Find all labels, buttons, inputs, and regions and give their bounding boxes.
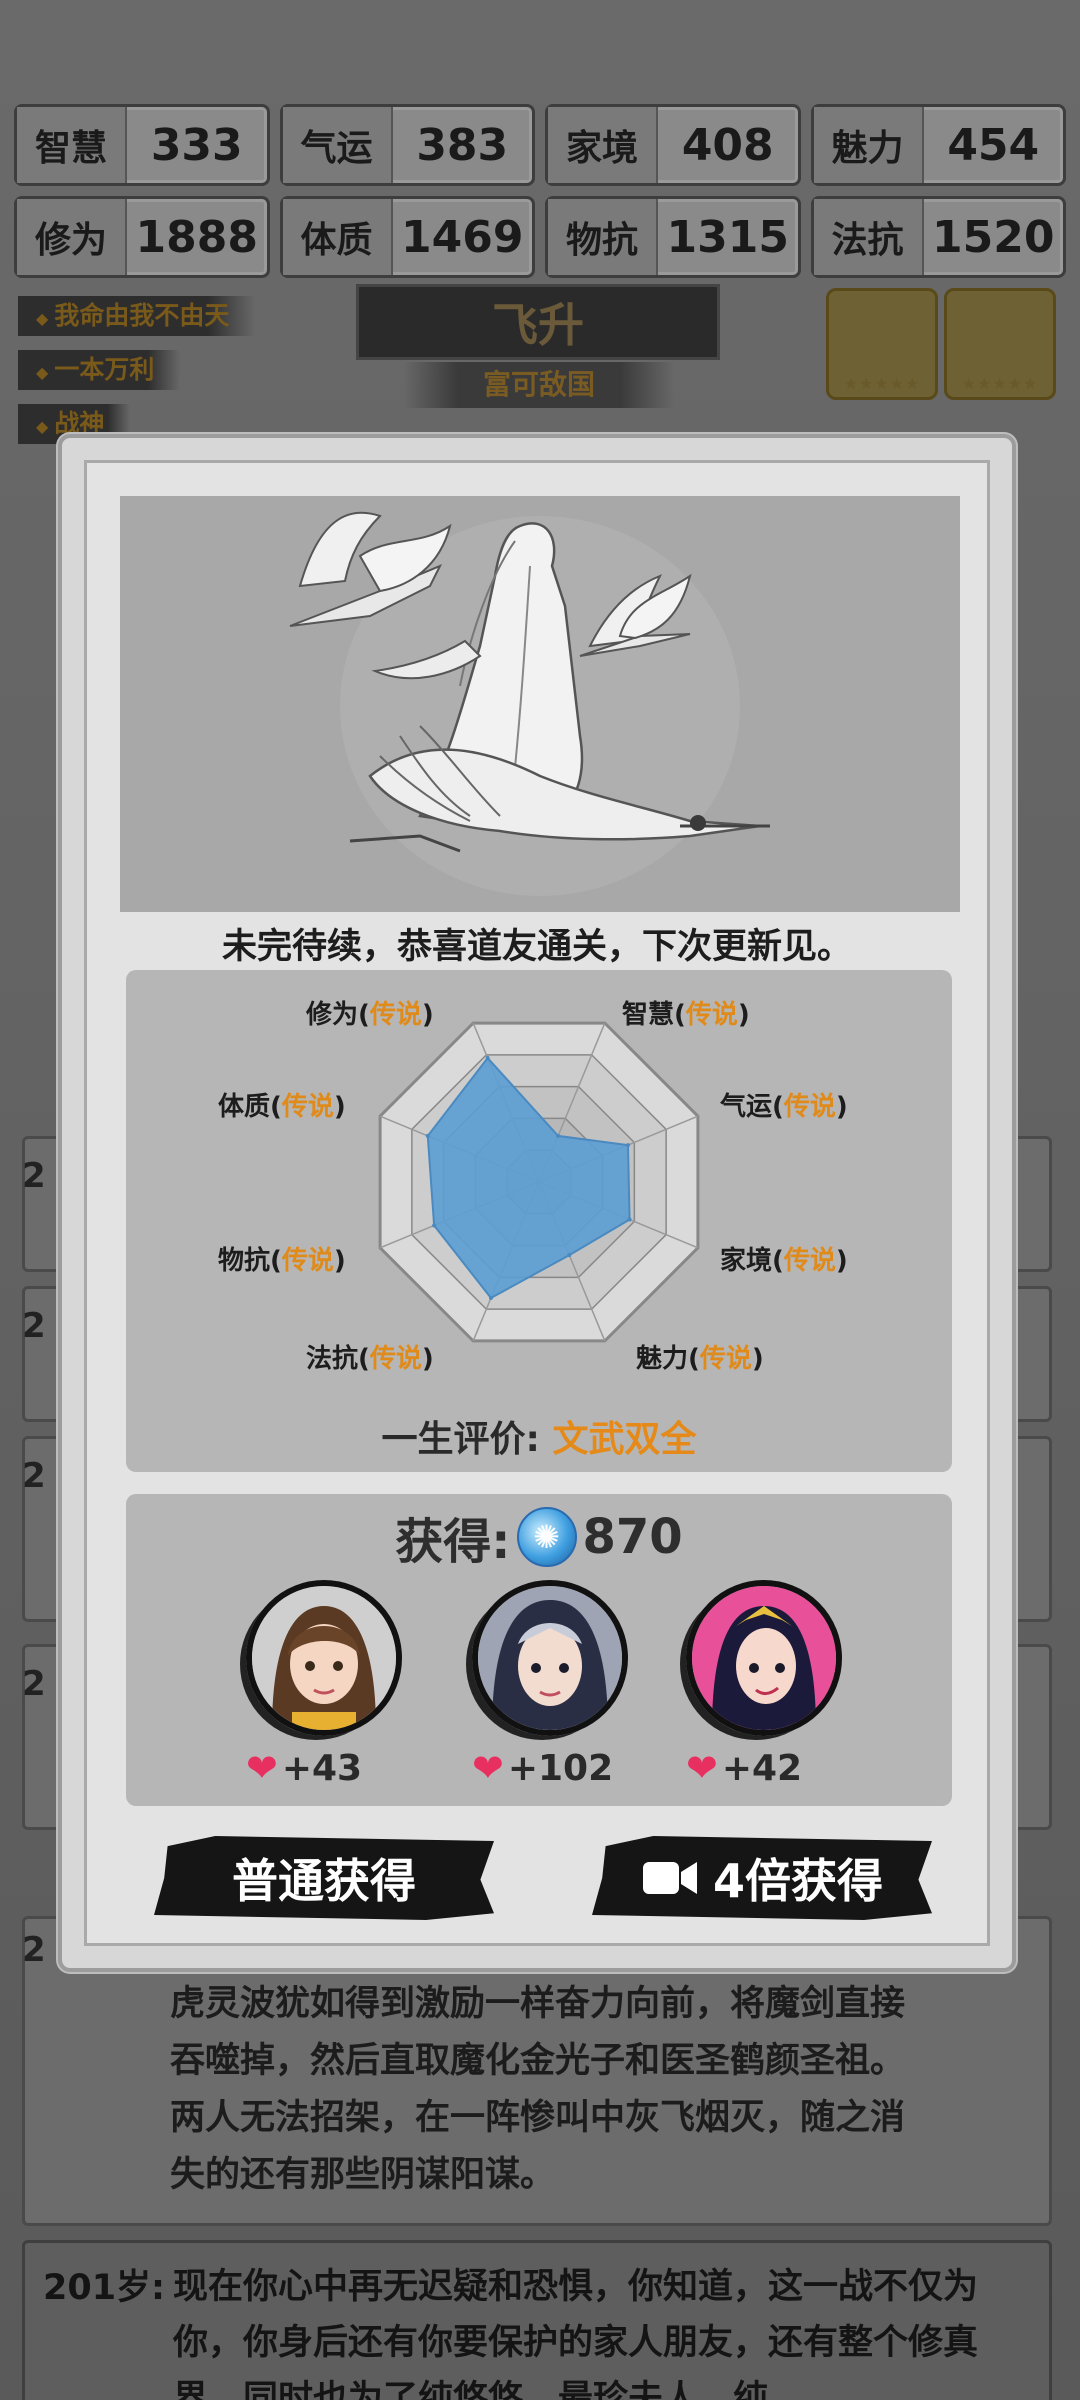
log-age: 2: [22, 1664, 46, 1704]
stats-row-1: 智慧 333 气运 383 家境 408 魅力 454: [14, 104, 1066, 186]
equipment-armor[interactable]: ★★★★★: [944, 288, 1056, 400]
star-rating: ★★★★★: [961, 374, 1039, 393]
normal-claim-button[interactable]: 普通获得: [154, 1836, 494, 1920]
attribute-radar-panel: 修为(传说) 智慧(传说) 气运(传说) 家境(传说) 魅力(传说) 法抗(传说…: [126, 970, 952, 1472]
radar-value-point: [556, 1133, 561, 1138]
affection-gain: ❤ +42: [686, 1746, 803, 1790]
heart-icon: ❤: [686, 1746, 718, 1790]
affection-gain: ❤ +102: [472, 1746, 614, 1790]
stat-charm: 魅力 454: [810, 104, 1066, 186]
video-claim-label: 4倍获得: [712, 1854, 883, 1908]
spirit-orb-icon: ✺: [516, 1507, 577, 1567]
stat-magic-resist: 法抗 1520: [810, 196, 1066, 278]
radar-label-family: 家境(传说): [720, 1246, 848, 1276]
partner-card: ❤ +102: [472, 1580, 632, 1790]
realm-title: 飞升: [356, 284, 720, 360]
log-entry-201: 201岁: 现在你心中再无迟疑和恐惧，你知道，这一战不仅为你，你身后还有你要保护…: [22, 2240, 1052, 2400]
story-text: 虎灵波犹如得到激励一样奋力向前，将魔剑直接 吞噬掉，然后直取魔化金光子和医圣鹤颜…: [170, 1984, 906, 2195]
evaluation-value: 文武双全: [552, 1419, 697, 1460]
radar-value-point: [567, 1253, 572, 1258]
radar-label-charm: 魅力(传说): [636, 1344, 764, 1374]
radar-label-magic-resist: 法抗(传说): [306, 1344, 434, 1374]
radar-value-point: [627, 1217, 632, 1222]
video-claim-button[interactable]: 4倍获得: [592, 1836, 932, 1920]
stat-family: 家境 408: [545, 104, 801, 186]
stat-cultivation: 修为 1888: [14, 196, 270, 278]
stat-constitution: 体质 1469: [279, 196, 535, 278]
stat-luck: 气运 383: [279, 104, 535, 186]
evaluation-label: 一生评价:: [381, 1419, 540, 1460]
partner-avatar: [686, 1580, 842, 1736]
log-age: 2: [22, 1456, 46, 1496]
equipment-grid: ★★★★★ ★★★★★: [826, 288, 1066, 400]
partner-avatar: [246, 1580, 402, 1736]
heart-icon: ❤: [472, 1746, 504, 1790]
heart-icon: ❤: [246, 1746, 278, 1790]
radar-value-point: [485, 1056, 490, 1061]
reward-label: 获得:: [395, 1514, 511, 1570]
log-age: 2: [22, 1306, 46, 1346]
radar-value-point: [488, 1296, 493, 1301]
radar-value-point: [625, 1143, 630, 1148]
partner-card: ❤ +43: [246, 1580, 406, 1790]
reward-panel: 获得: ✺ 870 ❤ +43 ❤ +102 ❤ +42: [126, 1494, 952, 1806]
radar-label-luck: 气运(传说): [720, 1092, 848, 1122]
partner-avatar: [472, 1580, 628, 1736]
log-text: 现在你心中再无迟疑和恐惧，你知道，这一战不仅为你，你身后还有你要保护的家人朋友，…: [173, 2267, 979, 2400]
ascension-illustration: [120, 496, 960, 912]
radar-value-point: [432, 1223, 437, 1228]
talent-tag[interactable]: 一本万利: [18, 350, 181, 390]
immortal-crane-art: [289, 511, 770, 896]
equipment-boots[interactable]: ★★★★★: [826, 288, 938, 400]
life-evaluation: 一生评价: 文武双全: [126, 1410, 952, 1462]
star-rating: ★★★★★: [843, 374, 921, 393]
stats-row-2: 修为 1888 体质 1469 物抗 1315 法抗 1520: [14, 196, 1066, 278]
congrats-message: 未完待续，恭喜道友通关，下次更新见。: [221, 927, 852, 967]
radar-label-cultivation: 修为(传说): [306, 1000, 434, 1030]
ascension-dialog: 未完待续，恭喜道友通关，下次更新见。 修为(传说) 智慧(传说) 气运(传说) …: [58, 434, 1016, 1972]
stat-physical-resist: 物抗 1315: [545, 196, 801, 278]
talent-tag[interactable]: 我命由我不由天: [18, 296, 256, 336]
affection-gain: ❤ +43: [246, 1746, 363, 1790]
radar-label-wisdom: 智慧(传说): [622, 1000, 750, 1030]
radar-value-point: [425, 1133, 430, 1138]
radar-label-constitution: 体质(传说): [218, 1092, 346, 1122]
normal-claim-label: 普通获得: [232, 1854, 416, 1908]
log-age: 2: [22, 1156, 46, 1196]
log-age: 2: [22, 1930, 46, 1970]
reward-summary: 获得: ✺ 870: [126, 1502, 952, 1572]
log-age: 201岁:: [43, 2268, 166, 2308]
radar-label-physical-resist: 物抗(传说): [218, 1246, 346, 1276]
realm-subtitle: 富可敌国: [404, 362, 674, 408]
reward-amount: 870: [582, 1509, 683, 1565]
stat-wisdom: 智慧 333: [14, 104, 270, 186]
partner-card: ❤ +42: [686, 1580, 846, 1790]
attribute-radar-chart: [378, 1021, 700, 1343]
video-camera-icon: [642, 1862, 697, 1894]
